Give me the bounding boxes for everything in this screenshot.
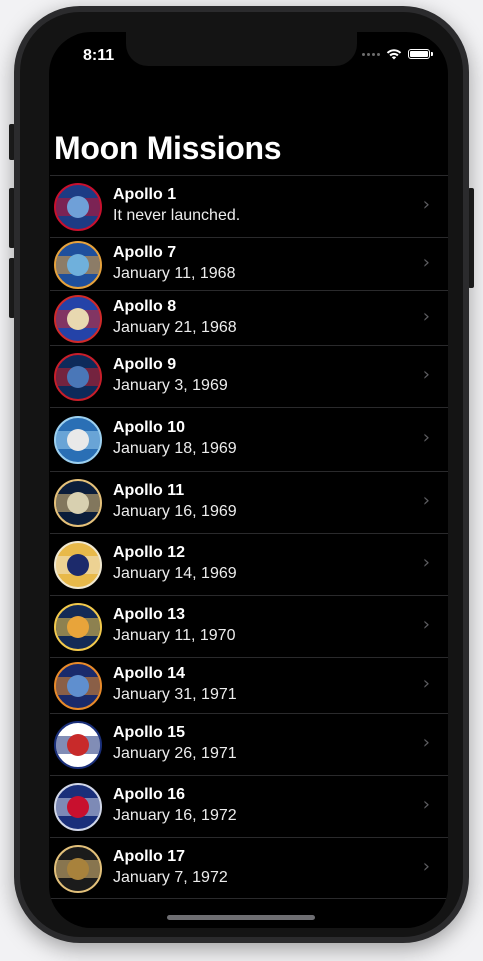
mission-date: January 3, 1969 <box>113 377 228 394</box>
mission-patch-image <box>54 662 102 710</box>
mission-row[interactable]: Apollo 15 January 26, 1971 › <box>50 713 448 775</box>
battery-icon <box>408 49 433 59</box>
mission-row[interactable]: Apollo 1 It never launched. › <box>50 175 448 237</box>
chevron-right-icon: › <box>422 673 430 694</box>
mission-patch-image <box>54 541 102 589</box>
phone-screen: 8:11 Moon Missions Apollo 1 It never laun… <box>49 32 448 928</box>
mission-name: Apollo 10 <box>113 419 186 436</box>
status-time: 8:11 <box>83 47 115 64</box>
mission-row[interactable]: Apollo 7 January 11, 1968 › <box>50 237 448 290</box>
page-title: Moon Missions <box>54 130 282 166</box>
mission-name: Apollo 9 <box>113 356 177 373</box>
chevron-right-icon: › <box>422 794 430 815</box>
status-icons <box>362 48 433 60</box>
mission-row[interactable]: Apollo 11 January 16, 1969 › <box>50 471 448 533</box>
signal-dots-icon <box>362 52 380 56</box>
chevron-right-icon: › <box>422 194 430 215</box>
mission-row[interactable]: Apollo 8 January 21, 1968 › <box>50 290 448 345</box>
mission-name: Apollo 16 <box>113 786 186 803</box>
mission-name: Apollo 8 <box>113 298 177 315</box>
mission-patch-image <box>54 241 102 289</box>
mission-patch-image <box>54 783 102 831</box>
mission-row[interactable]: Apollo 16 January 16, 1972 › <box>50 775 448 837</box>
chevron-right-icon: › <box>422 252 430 273</box>
mission-name: Apollo 12 <box>113 544 186 561</box>
mission-name: Apollo 13 <box>113 606 186 623</box>
mission-row[interactable]: Apollo 13 January 11, 1970 › <box>50 595 448 657</box>
mission-date: January 16, 1972 <box>113 807 237 824</box>
mission-patch-image <box>54 416 102 464</box>
mission-date: January 31, 1971 <box>113 686 237 703</box>
mission-row[interactable]: Apollo 10 January 18, 1969 › <box>50 407 448 471</box>
mission-patch-image <box>54 295 102 343</box>
mission-date: January 16, 1969 <box>113 503 237 520</box>
mission-date: January 21, 1968 <box>113 319 237 336</box>
chevron-right-icon: › <box>422 614 430 635</box>
mission-patch-image <box>54 845 102 893</box>
mission-date: January 26, 1971 <box>113 745 237 762</box>
mission-patch-image <box>54 479 102 527</box>
mission-list: Apollo 1 It never launched. › Apollo 7 Janua… <box>50 175 448 899</box>
mission-date: January 7, 1972 <box>113 869 228 886</box>
chevron-right-icon: › <box>422 552 430 573</box>
chevron-right-icon: › <box>422 306 430 327</box>
chevron-right-icon: › <box>422 732 430 753</box>
mission-name: Apollo 1 <box>113 186 177 203</box>
mission-patch-image <box>54 353 102 401</box>
mission-date: It never launched. <box>113 207 241 224</box>
mission-patch-image <box>54 721 102 769</box>
mission-name: Apollo 15 <box>113 724 186 741</box>
mission-row[interactable]: Apollo 14 January 31, 1971 › <box>50 657 448 713</box>
wifi-icon <box>386 49 402 60</box>
mission-row[interactable]: Apollo 17 January 7, 1972 › <box>50 837 448 899</box>
chevron-right-icon: › <box>422 427 430 448</box>
mission-name: Apollo 7 <box>113 244 177 261</box>
chevron-right-icon: › <box>422 490 430 511</box>
mission-patch-image <box>54 603 102 651</box>
mission-row[interactable]: Apollo 9 January 3, 1969 › <box>50 345 448 407</box>
notch <box>126 32 357 66</box>
mission-name: Apollo 17 <box>113 848 186 865</box>
chevron-right-icon: › <box>422 856 430 877</box>
home-indicator <box>167 915 315 920</box>
mission-date: January 11, 1968 <box>113 265 236 282</box>
chevron-right-icon: › <box>422 364 430 385</box>
mission-date: January 11, 1970 <box>113 627 236 644</box>
mission-patch-image <box>54 183 102 231</box>
mission-date: January 14, 1969 <box>113 565 237 582</box>
mission-name: Apollo 14 <box>113 665 186 682</box>
mission-name: Apollo 11 <box>113 482 185 499</box>
mission-row[interactable]: Apollo 12 January 14, 1969 › <box>50 533 448 595</box>
mission-date: January 18, 1969 <box>113 440 237 457</box>
